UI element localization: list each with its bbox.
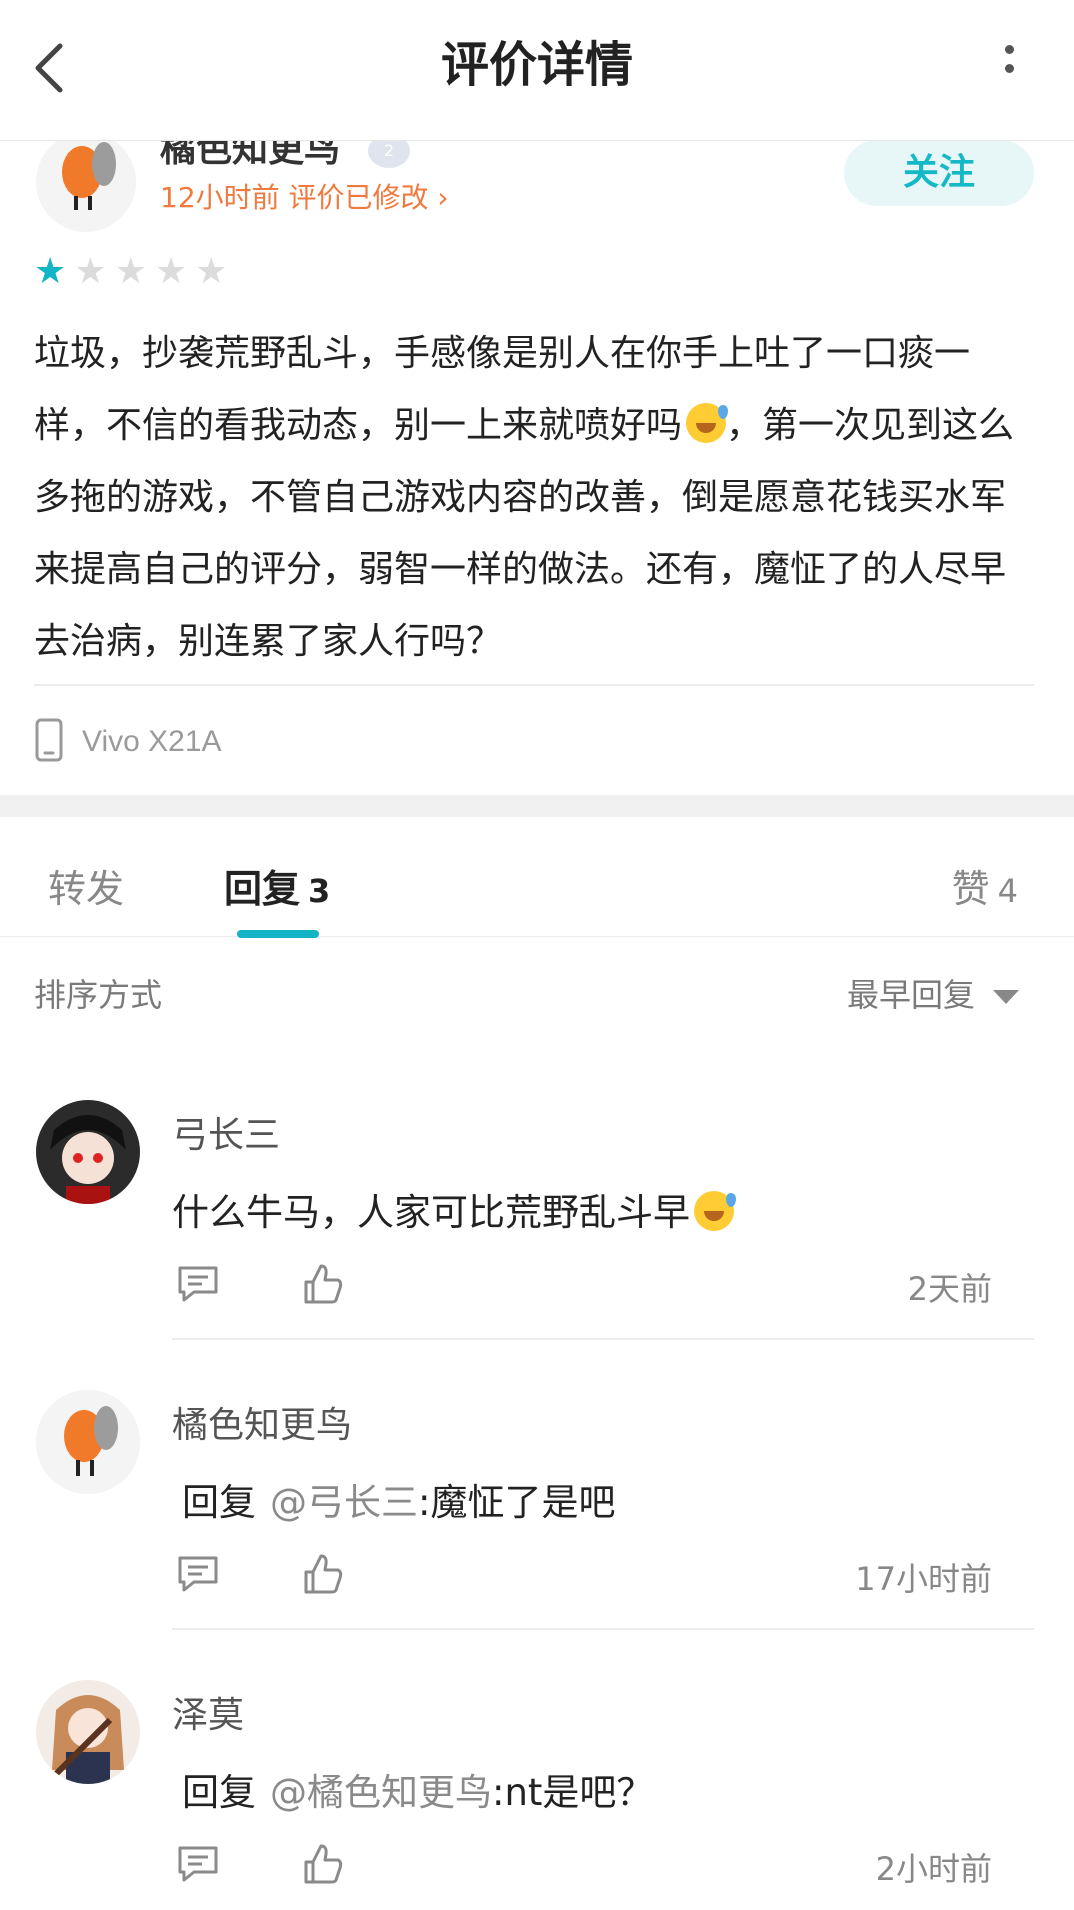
sweat-smile-emoji-icon xyxy=(694,1191,736,1231)
tab-reposts[interactable]: 转发 xyxy=(48,858,124,913)
comment-text: 什么牛马，人家可比荒野乱斗早 xyxy=(172,1182,736,1236)
divider xyxy=(34,684,1034,686)
avatar[interactable] xyxy=(36,1100,140,1204)
star-empty-icon: ★ xyxy=(154,251,188,292)
tab-label: 转发 xyxy=(48,867,125,911)
tab-label: 赞 xyxy=(951,867,990,911)
reply-icon[interactable] xyxy=(176,1264,220,1308)
star-empty-icon: ★ xyxy=(195,251,228,292)
tab-count: 3 xyxy=(308,872,331,910)
divider xyxy=(172,1628,1034,1630)
comment-actions: 2小时前 xyxy=(172,1842,1002,1892)
reply-icon[interactable] xyxy=(176,1844,220,1888)
star-empty-icon: ★ xyxy=(114,251,147,292)
tab-replies[interactable]: 回复 3 xyxy=(224,858,330,913)
more-vertical-icon[interactable] xyxy=(999,45,1019,85)
thumbs-up-icon[interactable] xyxy=(302,1842,344,1890)
comment-author[interactable]: 泽莫 xyxy=(172,1686,244,1738)
device-label: Vivo X21A xyxy=(82,725,222,758)
star-empty-icon: ★ xyxy=(74,251,107,292)
divider xyxy=(172,1338,1034,1340)
phone-icon xyxy=(34,718,64,766)
top-bar: 评价详情 xyxy=(0,0,1074,141)
tab-bar: 转发 回复 3 赞4 xyxy=(0,818,1074,937)
review-author: 橘色知更鸟 2 12小时前 评价已修改 › 关注 xyxy=(0,140,1074,240)
reply-prefix: 回复 xyxy=(182,1771,256,1814)
author-avatar[interactable] xyxy=(36,140,136,232)
rating-stars: ★ ★ ★ ★ ★ xyxy=(34,252,227,292)
sort-dropdown[interactable]: 最早回复 xyxy=(847,970,1019,1016)
comment-body: 什么牛马，人家可比荒野乱斗早 xyxy=(172,1191,690,1234)
thumbs-up-icon[interactable] xyxy=(302,1262,344,1310)
avatar[interactable] xyxy=(36,1680,140,1784)
comment-text: 回复 @弓长三:魔怔了是吧 xyxy=(172,1472,615,1526)
comment-text: 回复 @橘色知更鸟:nt是吧？ xyxy=(172,1762,653,1816)
reply-prefix: 回复 xyxy=(182,1481,256,1524)
comment-actions: 2天前 xyxy=(172,1262,1002,1312)
mention-link[interactable]: @弓长三 xyxy=(270,1481,418,1524)
review-meta-link[interactable]: 12小时前 评价已修改 › xyxy=(160,176,449,216)
tab-likes[interactable]: 赞4 xyxy=(952,858,1018,913)
sweat-smile-emoji-icon xyxy=(686,403,729,443)
sort-value: 最早回复 xyxy=(846,976,975,1014)
reply-icon[interactable] xyxy=(176,1554,220,1598)
comment-time: 2天前 xyxy=(907,1270,992,1308)
active-tab-indicator xyxy=(237,930,319,938)
comment-author[interactable]: 橘色知更鸟 xyxy=(172,1396,352,1448)
comment-time: 2小时前 xyxy=(875,1850,992,1888)
caret-down-icon xyxy=(993,990,1019,1004)
avatar[interactable] xyxy=(36,1390,140,1494)
star-filled-icon: ★ xyxy=(34,251,67,292)
sort-label: 排序方式 xyxy=(34,976,163,1014)
mention-link[interactable]: @橘色知更鸟 xyxy=(270,1771,492,1814)
comment-body: :nt是吧？ xyxy=(492,1771,654,1814)
comment-body: :魔怔了是吧 xyxy=(418,1481,616,1524)
section-separator xyxy=(0,795,1074,817)
thumbs-up-icon[interactable] xyxy=(302,1552,344,1600)
comment-actions: 17小时前 xyxy=(172,1552,1002,1602)
comment-time: 17小时前 xyxy=(855,1560,992,1598)
level-badge: 2 xyxy=(368,140,410,168)
tab-label: 回复 xyxy=(224,867,301,911)
follow-button[interactable]: 关注 xyxy=(844,140,1034,206)
review-text: 垃圾，抄袭荒野乱斗，手感像是别人在你手上吐了一口痰一样，不信的看我动态，别一上来… xyxy=(34,318,1034,678)
tab-count: 4 xyxy=(997,872,1018,910)
comment-author[interactable]: 弓长三 xyxy=(172,1106,280,1158)
author-name[interactable]: 橘色知更鸟 xyxy=(160,140,340,172)
sort-row: 排序方式 最早回复 xyxy=(0,970,1074,1020)
device-info: Vivo X21A xyxy=(34,712,222,772)
page-title: 评价详情 xyxy=(440,37,633,93)
